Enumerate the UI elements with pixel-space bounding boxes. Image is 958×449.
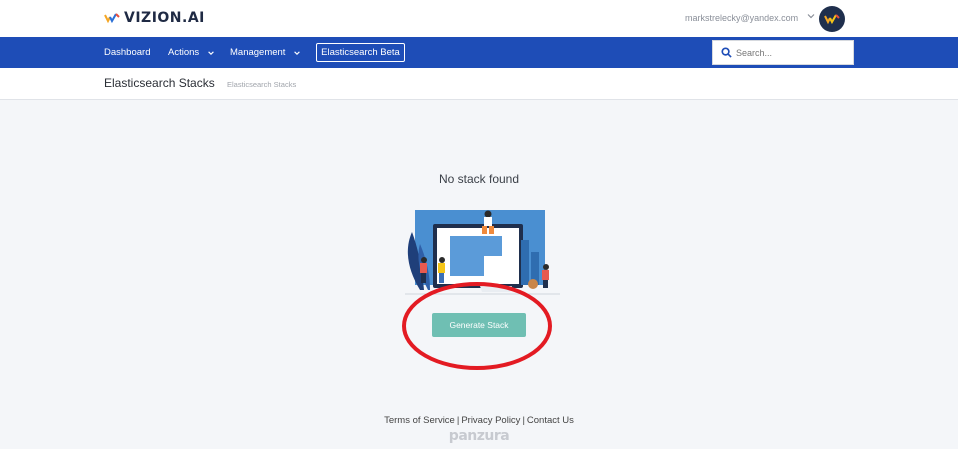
chevron-down-icon	[208, 50, 214, 55]
panzura-logo: panzura	[448, 428, 510, 444]
vizion-logo-icon	[104, 13, 120, 24]
search-input[interactable]	[736, 47, 846, 58]
nav-item-label: Actions	[168, 47, 200, 58]
chevron-down-icon	[294, 50, 301, 55]
vizion-logo-icon	[824, 14, 840, 25]
nav-item-dashboard[interactable]: Dashboard	[104, 37, 150, 68]
nav-item-label: Management	[230, 47, 286, 58]
avatar[interactable]	[819, 6, 845, 32]
search-box[interactable]	[712, 40, 854, 65]
privacy-policy-link[interactable]: Privacy Policy	[461, 415, 520, 426]
chevron-down-icon[interactable]	[806, 11, 816, 21]
contact-us-link[interactable]: Contact Us	[527, 415, 574, 426]
user-email[interactable]: markstrelecky@yandex.com	[685, 13, 798, 23]
generate-stack-button[interactable]: Generate Stack	[432, 313, 526, 337]
nav-item-elasticsearch-beta[interactable]: Elasticsearch Beta	[316, 43, 405, 62]
brand-name: VIZION.AI	[124, 10, 205, 26]
brand-logo[interactable]: VIZION.AI	[104, 10, 205, 26]
breadcrumb: Elasticsearch Stacks	[227, 80, 297, 89]
search-icon	[721, 47, 732, 58]
nav-item-label: Dashboard	[104, 47, 151, 58]
nav-item-management[interactable]: Management	[230, 37, 301, 68]
footer-links: Terms of Service | Privacy Policy | Contact …	[0, 415, 958, 426]
empty-state-illustration	[405, 210, 560, 295]
empty-state-message: No stack found	[438, 172, 520, 186]
nav-item-actions[interactable]: Actions	[168, 37, 215, 68]
page-title: Elasticsearch Stacks	[104, 76, 215, 90]
terms-of-service-link[interactable]: Terms of Service	[384, 415, 455, 426]
